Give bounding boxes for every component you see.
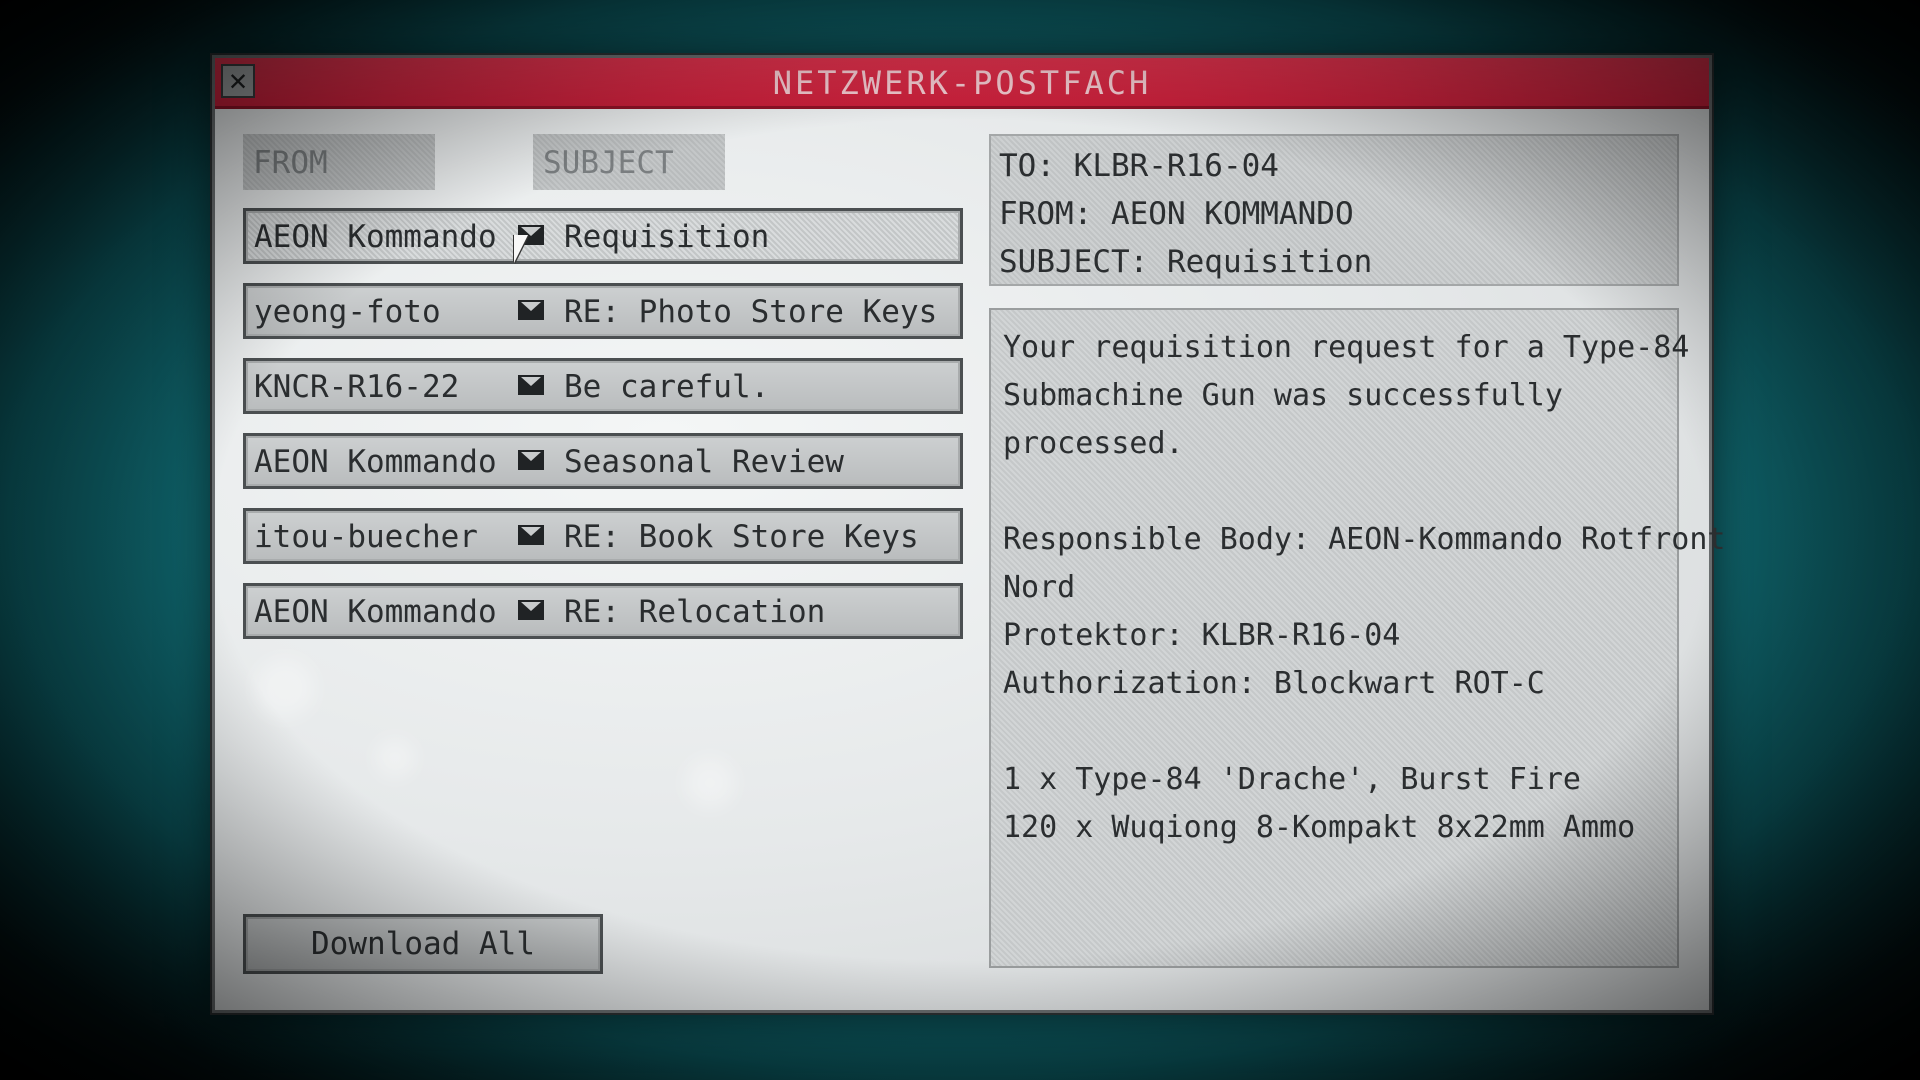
message-body-panel: Your requisition request for a Type-84 S… xyxy=(989,308,1726,968)
body-line: 1 x Type-84 'Drache', Burst Fire xyxy=(1003,762,1581,797)
light-glow xyxy=(375,738,415,778)
body-line: Authorization: Blockwart ROT-C xyxy=(1003,666,1545,701)
body-line: Nord xyxy=(1003,570,1076,605)
column-header-from: FROM xyxy=(243,134,435,190)
mail-icon xyxy=(518,450,544,470)
message-subject: RE: Photo Store Keys xyxy=(564,294,938,330)
message-to: TO: KLBR-R16-04 xyxy=(999,148,1279,184)
mouse-cursor-icon xyxy=(514,235,528,263)
message-sender: AEON Kommando xyxy=(254,594,497,630)
title-bar: NETZWERK-POSTFACH ✕ xyxy=(215,58,1709,109)
message-from: FROM: AEON KOMMANDO xyxy=(999,196,1354,232)
body-line: Your requisition request for a Type-84 xyxy=(1003,330,1690,365)
message-row[interactable]: AEON Kommando RE: Relocation xyxy=(243,583,963,639)
message-subject-line: SUBJECT: Requisition xyxy=(999,244,1373,280)
mail-icon xyxy=(518,300,544,320)
message-sender: KNCR-R16-22 xyxy=(254,369,460,405)
game-screen: NETZWERK-POSTFACH ✕ FROM SUBJECT AEON Ko… xyxy=(0,0,1920,1080)
message-row[interactable]: yeong-foto RE: Photo Store Keys xyxy=(243,283,963,339)
light-glow xyxy=(685,758,735,808)
body-line: Submachine Gun was successfully xyxy=(1003,378,1563,413)
light-glow xyxy=(255,658,315,718)
close-icon: ✕ xyxy=(228,63,248,98)
message-subject: Requisition xyxy=(564,219,770,255)
body-line: 120 x Wuqiong 8-Kompakt 8x22mm Ammo xyxy=(1003,810,1636,845)
mail-icon xyxy=(518,525,544,545)
close-button[interactable]: ✕ xyxy=(221,64,255,98)
message-subject: RE: Book Store Keys xyxy=(564,519,919,555)
message-row[interactable]: AEON Kommando Seasonal Review xyxy=(243,433,963,489)
body-line: processed. xyxy=(1003,426,1184,461)
message-subject: RE: Relocation xyxy=(564,594,826,630)
message-subject: Seasonal Review xyxy=(564,444,844,480)
message-subject: Be careful. xyxy=(564,369,770,405)
message-sender: yeong-foto xyxy=(254,294,441,330)
download-all-button[interactable]: Download All xyxy=(243,914,603,974)
window-title: NETZWERK-POSTFACH xyxy=(772,64,1152,102)
message-row[interactable]: itou-buecher RE: Book Store Keys xyxy=(243,508,963,564)
message-sender: AEON Kommando xyxy=(254,219,497,255)
column-header-subject: SUBJECT xyxy=(533,134,725,190)
message-sender: itou-buecher xyxy=(254,519,478,555)
message-header-panel: TO: KLBR-R16-04 FROM: AEON KOMMANDO SUBJ… xyxy=(989,134,1679,286)
message-sender: AEON Kommando xyxy=(254,444,497,480)
body-line: Responsible Body: AEON-Kommando Rotfront xyxy=(1003,522,1726,557)
mail-window: NETZWERK-POSTFACH ✕ FROM SUBJECT AEON Ko… xyxy=(212,55,1726,1013)
mail-icon xyxy=(518,600,544,620)
message-row-selected[interactable]: AEON Kommando Requisition xyxy=(243,208,963,264)
mail-icon xyxy=(518,375,544,395)
message-row[interactable]: KNCR-R16-22 Be careful. xyxy=(243,358,963,414)
body-line: Protektor: KLBR-R16-04 xyxy=(1003,618,1401,653)
